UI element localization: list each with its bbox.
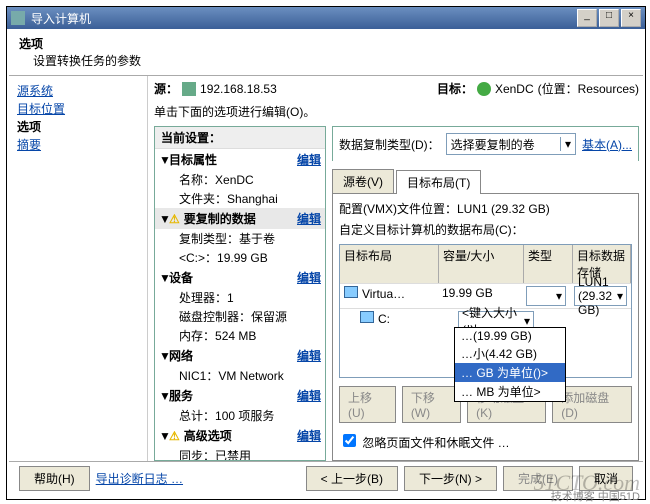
app-icon	[11, 11, 25, 25]
header: 选项 设置转换任务的参数	[7, 29, 645, 75]
window-title: 导入计算机	[31, 10, 575, 27]
edit-link[interactable]: 编辑	[297, 151, 321, 168]
chevron-down-icon: ▾	[524, 314, 530, 328]
chevron-down-icon: ▾	[556, 289, 562, 303]
datastore-select[interactable]: LUN1 (29.32 GB)▾	[574, 286, 627, 306]
dropdown-item[interactable]: … GB 为单位()>	[455, 363, 565, 382]
config-location: 配置(VMX)文件位置：LUN1 (29.32 GB)	[339, 200, 632, 217]
move-down-button[interactable]: 下移(W)	[402, 386, 461, 423]
page-subtitle: 设置转换任务的参数	[19, 52, 633, 69]
move-up-button[interactable]: 上移(U)	[339, 386, 396, 423]
col-type: 类型	[524, 245, 573, 283]
hint-text: 单击下面的选项进行编辑(O)。	[154, 99, 639, 126]
maximize-button[interactable]: □	[599, 9, 619, 27]
edit-link[interactable]: 编辑	[297, 269, 321, 286]
table-row[interactable]: C: <键入大小(以▾ …(19.99 GB) …小(4.42 GB) … GB…	[340, 308, 631, 333]
drive-icon	[360, 311, 374, 323]
size-dropdown[interactable]: …(19.99 GB) …小(4.42 GB) … GB 为单位()> … MB…	[454, 327, 566, 402]
dest-value: XenDC	[495, 82, 534, 96]
source-dest-row: 源： 192.168.18.53 目标： XenDC (位置：Resources…	[154, 78, 639, 99]
dest-label: 目标：	[437, 80, 473, 97]
edit-link[interactable]: 编辑	[297, 210, 321, 227]
tab-source-volume[interactable]: 源卷(V)	[332, 169, 394, 193]
dropdown-item[interactable]: …(19.99 GB)	[455, 328, 565, 344]
type-select[interactable]: ▾	[526, 286, 566, 306]
basic-link[interactable]: 基本(A)...	[582, 136, 632, 153]
ignore-pagefile-checkbox[interactable]: 忽略页面文件和休眠文件 …	[339, 431, 632, 451]
settings-tree[interactable]: 当前设置： ▼目标属性编辑 名称：XenDC 文件夹：Shanghai ▼要复制…	[154, 126, 326, 461]
nav-summary[interactable]: 摘要	[17, 136, 137, 154]
replication-type-select[interactable]: 选择要复制的卷▾	[446, 133, 576, 155]
next-button[interactable]: 下一步(N) >	[404, 466, 497, 491]
page-title: 选项	[19, 35, 633, 52]
server-icon	[182, 82, 196, 96]
minimize-button[interactable]: _	[577, 9, 597, 27]
nav-destination[interactable]: 目标位置	[17, 100, 137, 118]
close-button[interactable]: ×	[621, 9, 641, 27]
watermark-sub: 技术博客 中国51D	[551, 488, 640, 504]
dropdown-item[interactable]: … MB 为单位>	[455, 382, 565, 401]
replication-type-label: 数据复制类型(D)：	[339, 136, 440, 153]
chevron-down-icon: ▾	[617, 289, 623, 303]
nav-options[interactable]: 选项	[17, 118, 137, 136]
chevron-down-icon: ▾	[560, 137, 571, 151]
help-button[interactable]: 帮助(H)	[19, 466, 90, 491]
current-settings-label: 当前设置：	[161, 129, 221, 146]
dest-icon	[477, 82, 491, 96]
sec-target-props[interactable]: ▼目标属性编辑	[155, 149, 325, 170]
sec-advanced[interactable]: ▼高级选项编辑	[155, 425, 325, 446]
tab-target-layout[interactable]: 目标布局(T)	[396, 170, 481, 194]
titlebar: 导入计算机 _ □ ×	[7, 7, 645, 29]
dropdown-item[interactable]: …小(4.42 GB)	[455, 344, 565, 363]
edit-link[interactable]: 编辑	[297, 347, 321, 364]
source-value: 192.168.18.53	[200, 82, 277, 96]
step-nav: 源系统 目标位置 选项 摘要	[7, 76, 148, 461]
custom-layout-label: 自定义目标计算机的数据布局(C)：	[339, 221, 632, 238]
dest-location: (位置：Resources)	[538, 80, 639, 97]
col-size: 容量/大小	[439, 245, 524, 283]
disk-icon	[344, 286, 358, 298]
export-log-link[interactable]: 导出诊断日志 …	[96, 470, 183, 487]
sec-network[interactable]: ▼网络编辑	[155, 345, 325, 366]
layout-table: 目标布局 容量/大小 类型 目标数据存储 Virtua… 19.99 GB ▾ …	[339, 244, 632, 378]
col-layout: 目标布局	[340, 245, 439, 283]
sec-devices[interactable]: ▼设备编辑	[155, 267, 325, 288]
nav-source[interactable]: 源系统	[17, 82, 137, 100]
edit-link[interactable]: 编辑	[297, 387, 321, 404]
back-button[interactable]: < 上一步(B)	[306, 466, 398, 491]
source-label: 源：	[154, 80, 178, 97]
sec-services[interactable]: ▼服务编辑	[155, 385, 325, 406]
sec-data-copy[interactable]: ▼要复制的数据编辑	[155, 208, 325, 229]
edit-link[interactable]: 编辑	[297, 427, 321, 444]
tab-pane: 配置(VMX)文件位置：LUN1 (29.32 GB) 自定义目标计算机的数据布…	[332, 193, 639, 461]
